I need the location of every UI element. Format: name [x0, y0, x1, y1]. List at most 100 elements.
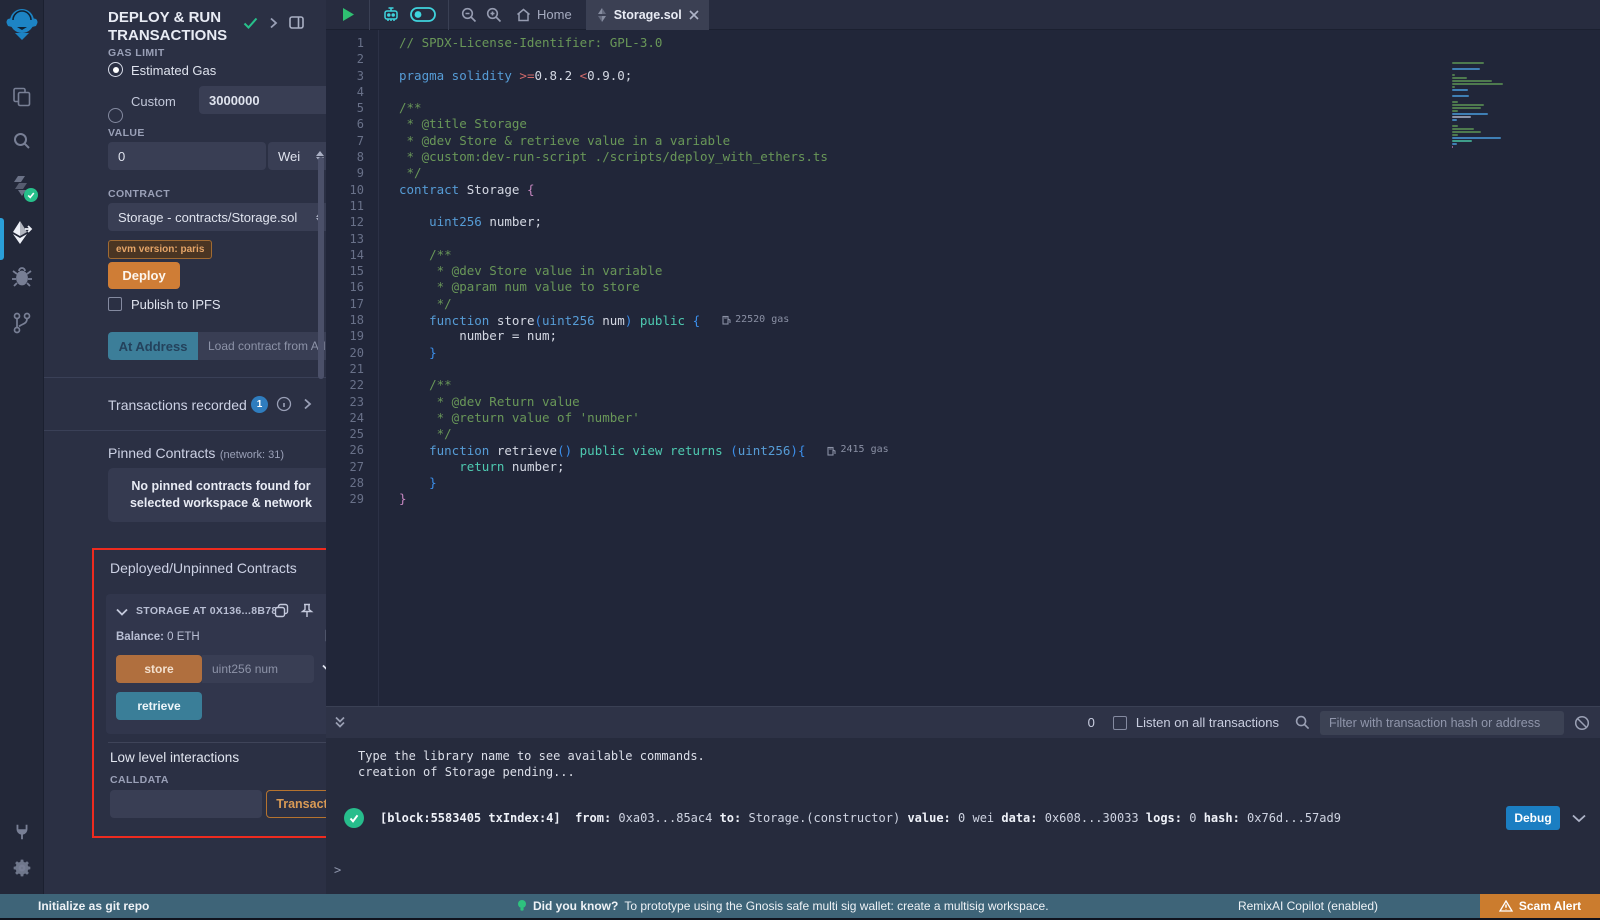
plugin-manager-icon[interactable]: [0, 822, 44, 842]
code-line[interactable]: function retrieve() public view returns …: [399, 442, 1600, 458]
store-function-button[interactable]: store: [116, 655, 202, 683]
git-icon[interactable]: [0, 312, 44, 334]
panel-pin-view-icon[interactable]: [289, 16, 304, 29]
code-line[interactable]: pragma solidity >=0.8.2 <0.9.0;: [399, 68, 1600, 84]
ai-copilot-robot-icon[interactable]: [382, 6, 400, 23]
code-line[interactable]: /**: [399, 377, 1600, 393]
transaction-log-row[interactable]: [block:5583405 txIndex:4] from: 0xa03...…: [344, 806, 1600, 830]
line-number: 9: [326, 165, 364, 181]
terminal-collapse-icon[interactable]: [334, 716, 346, 729]
terminal-prompt[interactable]: >: [334, 862, 1600, 878]
line-number: 20: [326, 345, 364, 361]
code-line[interactable]: [399, 361, 1600, 377]
pin-contract-icon[interactable]: [300, 603, 314, 618]
code-line[interactable]: }: [399, 475, 1600, 491]
transactions-expand-icon[interactable]: [303, 398, 312, 410]
code-line[interactable]: [399, 51, 1600, 67]
calldata-input[interactable]: [110, 790, 262, 818]
deploy-button[interactable]: Deploy: [108, 262, 180, 289]
remix-ide-window: DEPLOY & RUN TRANSACTIONS GAS LIMIT Esti…: [0, 0, 1600, 920]
tab-close-icon[interactable]: [689, 10, 699, 20]
code-line[interactable]: * @return value of 'number': [399, 410, 1600, 426]
code-line[interactable]: uint256 number;: [399, 214, 1600, 230]
panel-scrollbar[interactable]: [318, 157, 324, 379]
git-init-button[interactable]: Initialize as git repo: [38, 899, 149, 913]
zoom-out-icon[interactable]: [461, 7, 477, 23]
icon-sidebar: [0, 0, 44, 894]
value-unit-label: Wei: [278, 149, 300, 164]
code-line[interactable]: * @title Storage: [399, 116, 1600, 132]
minimap-line: [1452, 77, 1467, 79]
value-unit-select[interactable]: Wei: [268, 142, 334, 170]
editor-minimap[interactable]: [1452, 62, 1562, 148]
at-address-button[interactable]: At Address: [108, 332, 198, 360]
line-number: 18: [326, 312, 364, 328]
copy-address-icon[interactable]: [274, 603, 289, 618]
code-line[interactable]: */: [399, 165, 1600, 181]
clear-console-icon[interactable]: [1574, 715, 1590, 731]
home-label[interactable]: Home: [537, 7, 572, 22]
code-line[interactable]: return number;: [399, 459, 1600, 475]
code-line[interactable]: [399, 84, 1600, 100]
value-input[interactable]: [108, 142, 266, 170]
listen-all-checkbox[interactable]: [1113, 716, 1127, 730]
retrieve-function-button[interactable]: retrieve: [116, 692, 202, 720]
search-icon[interactable]: [0, 130, 44, 152]
terminal-body[interactable]: Type the library name to see available c…: [326, 738, 1600, 894]
code-line[interactable]: [399, 231, 1600, 247]
tab-label: Storage.sol: [614, 8, 682, 22]
settings-gear-icon[interactable]: [0, 858, 44, 878]
transaction-filter-input[interactable]: [1320, 711, 1564, 735]
run-script-icon[interactable]: [342, 7, 355, 22]
store-argument-input[interactable]: [202, 655, 314, 683]
code-line[interactable]: function store(uint256 num) public {2252…: [399, 312, 1600, 328]
tx-expand-icon[interactable]: [1572, 814, 1586, 823]
transactions-info-icon[interactable]: [276, 396, 292, 412]
publish-ipfs-checkbox[interactable]: [108, 297, 122, 311]
code-line[interactable]: number = num;: [399, 328, 1600, 344]
debug-button[interactable]: Debug: [1506, 806, 1560, 830]
copilot-status[interactable]: RemixAI Copilot (enabled): [1238, 899, 1378, 913]
line-number: 17: [326, 296, 364, 312]
code-line[interactable]: }: [399, 345, 1600, 361]
minimap-line: [1452, 104, 1484, 106]
panel-forward-icon[interactable]: [269, 17, 278, 29]
debugger-icon[interactable]: [0, 266, 44, 288]
line-number: 28: [326, 475, 364, 491]
copilot-toggle[interactable]: [410, 7, 436, 22]
minimap-line: [1452, 143, 1457, 145]
contract-collapse-icon[interactable]: [116, 608, 128, 616]
line-number: 13: [326, 231, 364, 247]
zoom-in-icon[interactable]: [486, 7, 502, 23]
code-line[interactable]: /**: [399, 100, 1600, 116]
code-line[interactable]: * @dev Store value in variable: [399, 263, 1600, 279]
scam-alert-button[interactable]: Scam Alert: [1480, 894, 1600, 918]
terminal-search-icon[interactable]: [1295, 715, 1310, 730]
home-icon[interactable]: [516, 8, 531, 22]
code-line[interactable]: // SPDX-License-Identifier: GPL-3.0: [399, 35, 1600, 51]
code-line[interactable]: [399, 198, 1600, 214]
custom-gas-radio[interactable]: [108, 108, 123, 123]
code-line[interactable]: }: [399, 491, 1600, 507]
contract-instance-label: STORAGE AT 0X136...8B78: [136, 605, 278, 617]
tab-storage-sol[interactable]: Storage.sol: [587, 0, 709, 30]
code-line[interactable]: contract Storage {: [399, 182, 1600, 198]
code-editor[interactable]: 1234567891011121314151617181920212223242…: [326, 30, 1600, 706]
custom-gas-input[interactable]: [199, 86, 335, 114]
contract-select[interactable]: Storage - contracts/Storage.sol: [108, 203, 334, 231]
code-line[interactable]: * @param num value to store: [399, 279, 1600, 295]
code-line[interactable]: * @dev Store & retrieve value in a varia…: [399, 133, 1600, 149]
code-line[interactable]: /**: [399, 247, 1600, 263]
tx-success-icon: [344, 808, 364, 828]
code-line[interactable]: */: [399, 426, 1600, 442]
deploy-run-icon[interactable]: [0, 220, 44, 246]
code-line[interactable]: */: [399, 296, 1600, 312]
remix-logo[interactable]: [0, 6, 44, 42]
solidity-compiler-icon[interactable]: [0, 174, 44, 198]
at-address-input[interactable]: [198, 332, 335, 360]
file-explorer-icon[interactable]: [0, 86, 44, 108]
estimated-gas-radio[interactable]: [108, 62, 123, 77]
code-line[interactable]: * @custom:dev-run-script ./scripts/deplo…: [399, 149, 1600, 165]
code-line[interactable]: * @dev Return value: [399, 394, 1600, 410]
contract-selected-label: Storage - contracts/Storage.sol: [118, 210, 297, 225]
